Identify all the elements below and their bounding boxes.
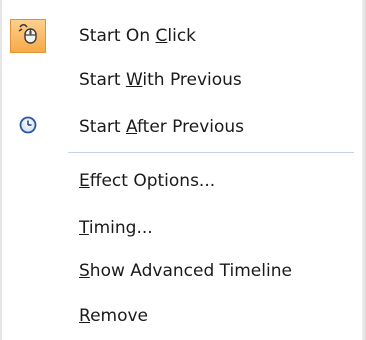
menu-item-label: Start On Click [79,26,197,46]
menu-item-remove[interactable]: Remove [6,298,358,334]
menu-right-shadow [362,0,366,340]
menu-item-label: Start With Previous [79,70,242,90]
context-menu: Start On Click Start With Previous Start… [0,0,366,340]
menu-item-label: Effect Options... [79,171,216,191]
menu-item-start-after-previous[interactable]: Start After Previous [6,109,358,145]
menu-item-start-with-previous[interactable]: Start With Previous [6,62,358,98]
mouse-click-icon [16,22,40,51]
menu-item-label: Remove [79,306,149,326]
menu-item-label: Timing... [79,218,153,238]
menu-item-label: Show Advanced Timeline [79,261,292,281]
menu-separator [68,152,354,153]
menu-item-label: Start After Previous [79,117,245,137]
checked-indicator [10,19,46,53]
menu-item-effect-options[interactable]: Effect Options... [6,163,358,199]
icon-cell [10,110,46,144]
menu-item-timing[interactable]: Timing... [6,210,358,246]
clock-icon [19,116,37,139]
menu-item-show-advanced-timeline[interactable]: Show Advanced Timeline [6,253,358,289]
menu-item-start-on-click[interactable]: Start On Click [6,18,358,54]
